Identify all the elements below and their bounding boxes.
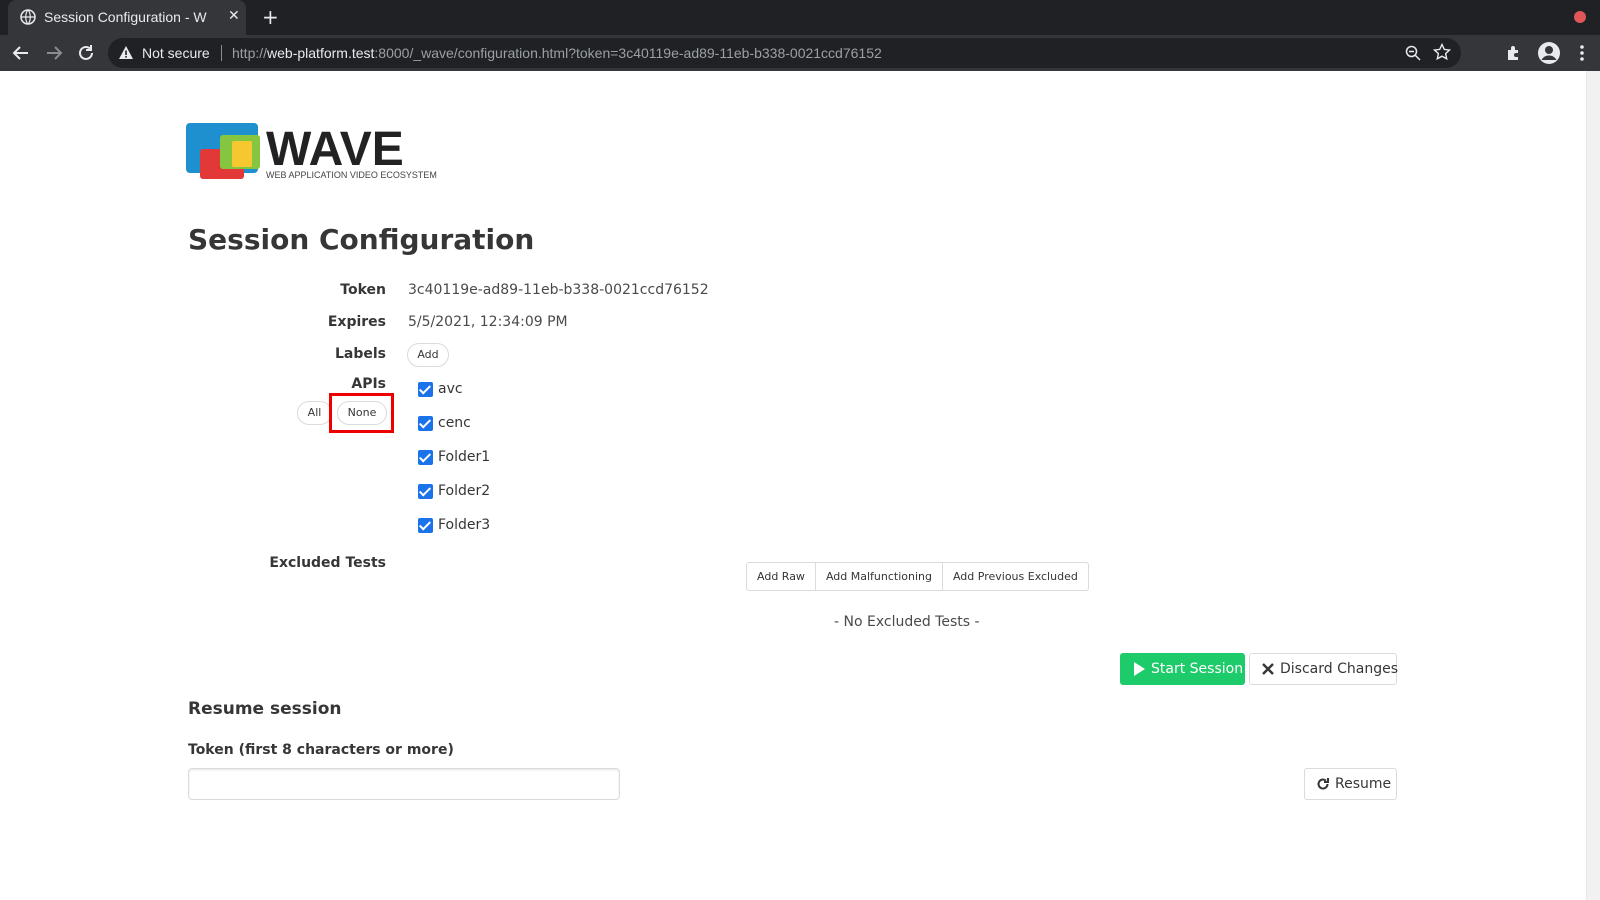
resume-token-input[interactable] <box>188 768 620 800</box>
logo-tagline: WEB APPLICATION VIDEO ECOSYSTEM <box>266 170 437 180</box>
vertical-scrollbar[interactable] <box>1586 71 1600 900</box>
tab-title: Session Configuration - W <box>44 9 207 25</box>
address-bar[interactable]: Not secure http://web-platform.test:8000… <box>108 38 1461 68</box>
start-session-label: Start Session <box>1151 661 1244 677</box>
resume-token-label: Token (first 8 characters or more) <box>188 742 454 758</box>
discard-changes-button[interactable]: Discard Changes <box>1249 653 1398 685</box>
resume-label: Resume <box>1335 776 1392 792</box>
wave-logo: WAVE WEB APPLICATION VIDEO ECOSYSTEM <box>186 123 437 180</box>
api-label: Folder2 <box>438 483 491 499</box>
reload-icon[interactable] <box>75 42 97 64</box>
url-scheme: http:// <box>232 45 268 61</box>
highlight-box <box>329 393 394 433</box>
close-tab-icon[interactable]: ✕ <box>228 8 240 24</box>
more-options-icon[interactable] <box>1572 43 1592 63</box>
token-value: 3c40119e-ad89-11eb-b338-0021ccd76152 <box>408 282 709 298</box>
extensions-puzzle-icon[interactable] <box>1504 43 1524 63</box>
browser-tab-bar: Session Configuration - W ✕ + <box>0 0 1600 35</box>
checkbox-checked-icon[interactable] <box>418 450 433 465</box>
omnibox-divider <box>221 45 222 61</box>
api-label: Folder3 <box>438 517 491 533</box>
resume-button[interactable]: Resume <box>1304 768 1397 800</box>
warning-icon[interactable] <box>118 45 134 61</box>
url-host: web-platform.test <box>267 45 375 61</box>
recording-indicator-icon <box>1574 11 1586 23</box>
excluded-tests-button-group: Add Raw Add Malfunctioning Add Previous … <box>746 562 1089 591</box>
api-label: Folder1 <box>438 449 491 465</box>
select-all-apis-button[interactable]: All <box>297 401 332 425</box>
add-previous-excluded-button[interactable]: Add Previous Excluded <box>941 562 1089 591</box>
new-tab-icon[interactable]: + <box>262 5 279 29</box>
url-text[interactable]: http://web-platform.test:8000/_wave/conf… <box>232 45 882 61</box>
expires-value: 5/5/2021, 12:34:09 PM <box>408 314 568 330</box>
start-session-button[interactable]: Start Session <box>1120 653 1245 685</box>
token-label: Token <box>340 282 386 298</box>
forward-arrow-icon[interactable] <box>43 42 65 64</box>
close-icon <box>1262 663 1274 675</box>
profile-avatar-icon[interactable] <box>1537 41 1561 65</box>
zoom-icon[interactable] <box>1405 45 1421 61</box>
url-path: :8000/_wave/configuration.html?token=3c4… <box>374 45 882 61</box>
logo-wordmark: WAVE <box>266 123 404 176</box>
discard-changes-label: Discard Changes <box>1280 661 1398 677</box>
api-label: avc <box>438 381 463 397</box>
globe-icon <box>20 9 36 25</box>
excluded-tests-label: Excluded Tests <box>269 555 386 571</box>
bookmark-star-icon[interactable] <box>1433 43 1451 61</box>
checkbox-checked-icon[interactable] <box>418 484 433 499</box>
labels-label: Labels <box>334 346 386 362</box>
play-icon <box>1134 662 1145 676</box>
redo-icon <box>1317 778 1329 790</box>
checkbox-checked-icon[interactable] <box>418 416 433 431</box>
add-malfunctioning-button[interactable]: Add Malfunctioning <box>814 562 943 591</box>
resume-session-title: Resume session <box>188 699 342 719</box>
security-label[interactable]: Not secure <box>142 45 210 61</box>
apis-label: APIs <box>351 376 386 392</box>
back-arrow-icon[interactable] <box>10 42 32 64</box>
browser-toolbar: Not secure http://web-platform.test:8000… <box>0 35 1600 71</box>
page-title: Session Configuration <box>188 223 535 256</box>
expires-label: Expires <box>327 314 386 330</box>
page-viewport: WAVE WEB APPLICATION VIDEO ECOSYSTEM Ses… <box>0 71 1600 900</box>
add-raw-button[interactable]: Add Raw <box>746 562 816 591</box>
no-excluded-tests-text: - No Excluded Tests - <box>834 614 980 630</box>
add-label-button[interactable]: Add <box>407 343 449 367</box>
checkbox-checked-icon[interactable] <box>418 518 433 533</box>
api-label: cenc <box>438 415 471 431</box>
checkbox-checked-icon[interactable] <box>418 382 433 397</box>
browser-tab[interactable]: Session Configuration - W ✕ <box>8 0 246 35</box>
